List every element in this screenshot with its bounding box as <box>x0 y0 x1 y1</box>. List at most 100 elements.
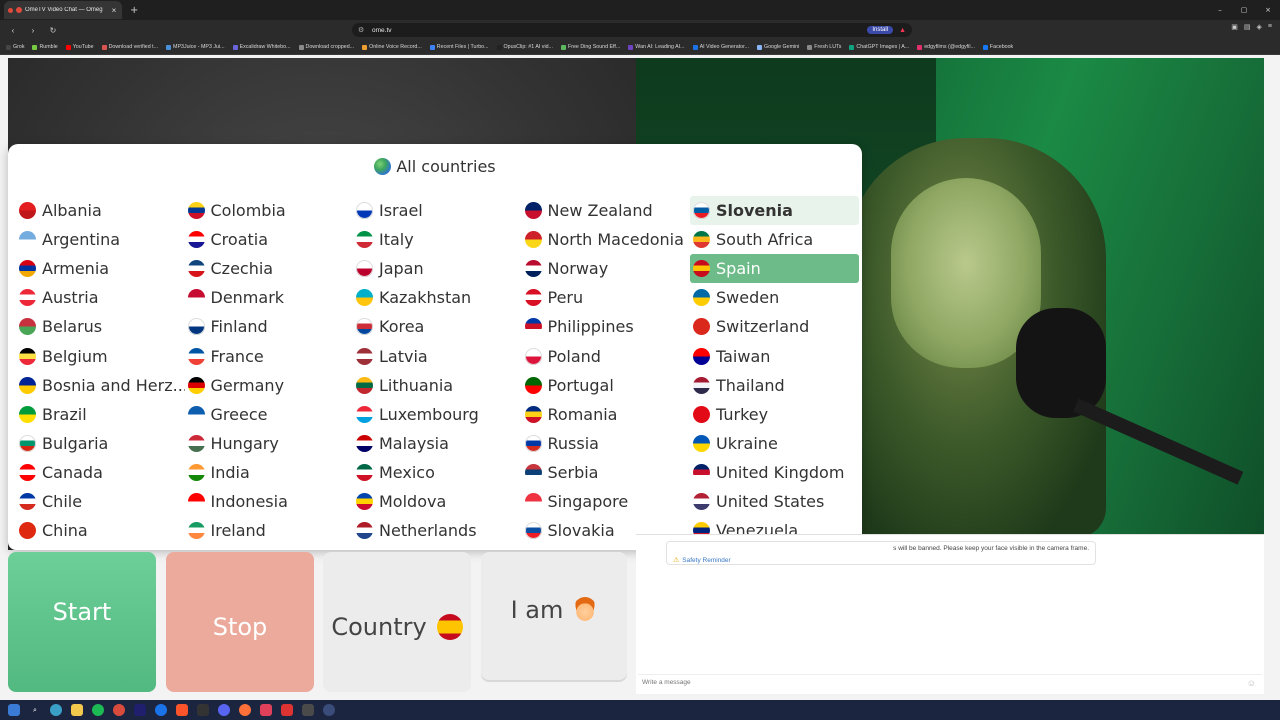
bookmark-item[interactable]: YouTube <box>65 44 94 50</box>
country-option[interactable]: Spain <box>690 254 859 284</box>
country-option[interactable]: India <box>185 458 354 487</box>
new-tab-icon[interactable]: + <box>130 5 138 16</box>
safety-reminder-link[interactable]: ⚠ Safety Reminder <box>673 556 731 565</box>
country-option[interactable]: China <box>16 516 185 545</box>
country-option[interactable]: Armenia <box>16 254 185 283</box>
extensions-icon[interactable]: ▣ <box>1231 23 1238 31</box>
steam-icon[interactable] <box>197 704 209 716</box>
country-option[interactable]: Finland <box>185 312 354 341</box>
bookmark-item[interactable]: Grok <box>6 44 24 50</box>
bookmark-item[interactable]: Download cropped... <box>298 44 354 50</box>
country-option[interactable]: Switzerland <box>690 312 859 341</box>
country-option[interactable]: Austria <box>16 283 185 312</box>
country-option[interactable]: Germany <box>185 371 354 400</box>
capcut-icon[interactable] <box>323 704 335 716</box>
bookmark-item[interactable]: Google Gemini <box>756 44 799 50</box>
country-option[interactable]: Ukraine <box>690 429 859 458</box>
address-bar[interactable]: ⚙ ome.tv Install ▲ <box>352 23 912 37</box>
forward-icon[interactable]: › <box>26 23 40 37</box>
obs-icon[interactable] <box>302 704 314 716</box>
bookmark-item[interactable]: Fresh LUTs <box>807 44 841 50</box>
country-option[interactable]: Chile <box>16 487 185 516</box>
bookmark-item[interactable]: Free Ding Sound Eff... <box>560 44 620 50</box>
after-effects-icon[interactable] <box>134 704 146 716</box>
minimize-icon[interactable]: – <box>1208 0 1232 20</box>
app-icon[interactable] <box>260 704 272 716</box>
country-option[interactable]: Italy <box>353 225 522 254</box>
file-explorer-icon[interactable] <box>71 704 83 716</box>
emoji-icon[interactable]: ☺ <box>1247 678 1256 688</box>
country-option[interactable]: North Macedonia <box>522 225 691 254</box>
country-option[interactable]: Belgium <box>16 341 185 370</box>
gender-button[interactable]: I am <box>481 552 627 680</box>
country-option[interactable]: Japan <box>353 254 522 283</box>
country-option[interactable]: Indonesia <box>185 487 354 516</box>
bookmark-item[interactable]: OpusClip: #1 AI vid... <box>496 44 553 50</box>
country-option[interactable]: Ireland <box>185 516 354 545</box>
country-option[interactable]: New Zealand <box>522 196 691 225</box>
country-option[interactable]: Taiwan <box>690 341 859 370</box>
country-option[interactable]: Brazil <box>16 400 185 429</box>
country-option[interactable]: Latvia <box>353 341 522 370</box>
message-input[interactable] <box>642 679 1222 686</box>
country-button[interactable]: Country <box>323 552 471 692</box>
site-info-icon[interactable]: ⚙ <box>358 26 366 34</box>
country-option[interactable]: Greece <box>185 400 354 429</box>
bookmark-item[interactable]: Facebook <box>982 44 1013 50</box>
bookmark-item[interactable]: Rumble <box>32 44 58 50</box>
bookmark-item[interactable]: MP3Juice - MP3 Jui... <box>166 44 225 50</box>
country-option[interactable]: Singapore <box>522 487 691 516</box>
copilot-icon[interactable] <box>50 704 62 716</box>
vivaldi-icon[interactable] <box>281 704 293 716</box>
country-option[interactable]: Peru <box>522 283 691 312</box>
start-button[interactable]: Start <box>8 552 156 692</box>
country-option[interactable]: Lithuania <box>353 371 522 400</box>
country-option[interactable]: Luxembourg <box>353 400 522 429</box>
back-icon[interactable]: ‹ <box>6 23 20 37</box>
brave-shield-icon[interactable]: ▲ <box>899 27 906 34</box>
reload-icon[interactable]: ↻ <box>46 23 60 37</box>
country-option[interactable]: Philippines <box>522 312 691 341</box>
country-option[interactable]: Bulgaria <box>16 429 185 458</box>
windows-start-icon[interactable] <box>8 704 20 716</box>
country-option[interactable]: Turkey <box>690 400 859 429</box>
bookmark-item[interactable]: ChatGPT Images | A... <box>849 44 909 50</box>
country-option[interactable]: Bosnia and Herz... <box>16 371 185 400</box>
country-option[interactable]: Romania <box>522 400 691 429</box>
edge-icon[interactable] <box>155 704 167 716</box>
bookmark-item[interactable]: Excalidraw Whitebo... <box>232 44 291 50</box>
bookmark-item[interactable]: edgyfilms (@edgyfil... <box>917 44 975 50</box>
bookmark-item[interactable]: Wan AI: Leading AI... <box>628 44 685 50</box>
country-option[interactable]: Korea <box>353 312 522 341</box>
country-option[interactable]: Portugal <box>522 371 691 400</box>
stop-button[interactable]: Stop <box>166 552 314 692</box>
bookmark-item[interactable]: Recent Files | Turbo... <box>429 44 489 50</box>
install-button[interactable]: Install <box>867 26 894 34</box>
tab-close-icon[interactable]: × <box>110 6 118 15</box>
country-option[interactable]: Belarus <box>16 312 185 341</box>
country-option[interactable]: United Kingdom <box>690 458 859 487</box>
country-option[interactable]: Poland <box>522 341 691 370</box>
country-option[interactable]: Israel <box>353 196 522 225</box>
search-icon[interactable]: ⌕ <box>29 704 41 716</box>
country-option[interactable]: Moldova <box>353 487 522 516</box>
country-option[interactable]: Thailand <box>690 371 859 400</box>
spotify-icon[interactable] <box>92 704 104 716</box>
country-option[interactable]: Czechia <box>185 254 354 283</box>
firefox-icon[interactable] <box>239 704 251 716</box>
country-option[interactable]: Canada <box>16 458 185 487</box>
country-option[interactable]: United States <box>690 487 859 516</box>
all-countries-option[interactable]: All countries <box>8 144 862 189</box>
bookmark-item[interactable]: Download verified t... <box>101 44 158 50</box>
bookmark-item[interactable]: AI Video Generator... <box>692 44 749 50</box>
brave-icon[interactable] <box>176 704 188 716</box>
country-option[interactable]: Russia <box>522 429 691 458</box>
chrome-icon[interactable] <box>113 704 125 716</box>
country-option[interactable]: Albania <box>16 196 185 225</box>
country-option[interactable]: Slovenia <box>690 196 859 226</box>
country-option[interactable]: Denmark <box>185 283 354 312</box>
country-option[interactable]: Kazakhstan <box>353 283 522 312</box>
country-option[interactable]: Serbia <box>522 458 691 487</box>
country-option[interactable]: Colombia <box>185 196 354 225</box>
menu-icon[interactable]: ≡ <box>1268 23 1272 31</box>
